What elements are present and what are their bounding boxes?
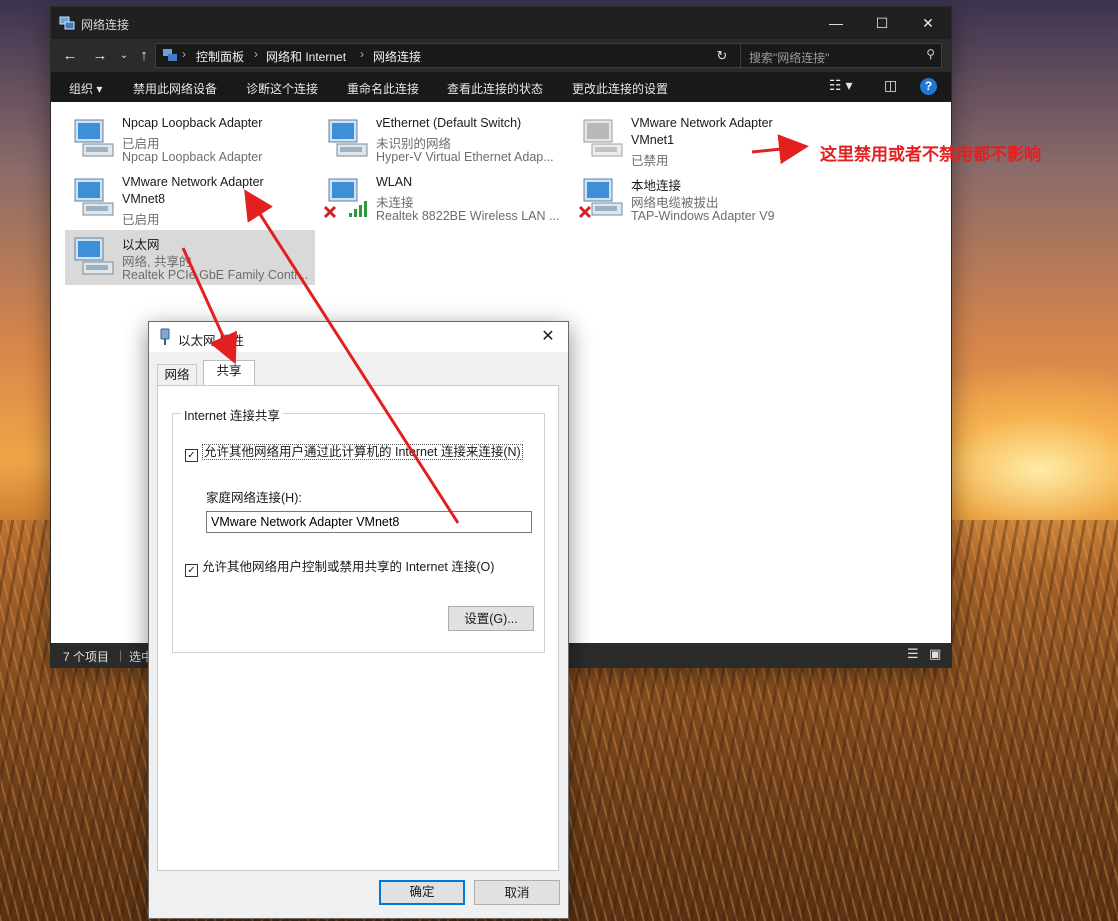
arrow-to-sharing-tab	[181, 247, 237, 365]
annotation-arrows	[181, 134, 809, 524]
arrow-to-vmnet8	[244, 189, 460, 524]
arrow-to-vmnet1	[751, 134, 809, 165]
